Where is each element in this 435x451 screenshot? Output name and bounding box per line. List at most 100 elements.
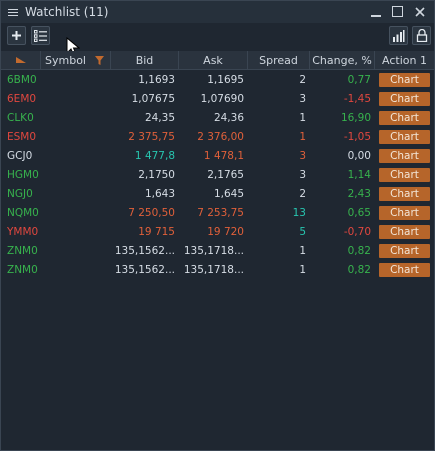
bid-cell: 1,07675 [131,92,175,105]
close-button[interactable] [412,4,428,20]
ask-cell: 2,1765 [207,168,244,181]
title-bar: Watchlist (11) [1,1,434,23]
lock-icon [416,29,427,42]
table-row[interactable]: ZNM0 135,1562... 135,1718... 1 0,82 Char… [1,241,434,260]
change-cell: -1,05 [343,130,371,143]
signal-button[interactable] [389,26,408,45]
change-column-header[interactable]: Change, % [310,51,375,69]
minimize-button[interactable] [368,4,384,20]
ask-cell: 1,1695 [207,73,244,86]
chart-button[interactable]: Chart [379,129,430,144]
symbol-cell: ZNM0 [7,244,38,257]
spread-cell: 1 [299,111,306,124]
change-cell: 0,65 [347,206,371,219]
chart-button[interactable]: Chart [379,167,430,182]
symbol-cell: YMM0 [7,225,39,238]
list-icon [34,29,47,42]
table-row[interactable]: NGJ0 1,643 1,645 2 2,43 Chart [1,184,434,203]
table-row[interactable]: CLK0 24,35 24,36 1 16,90 Chart [1,108,434,127]
lock-button[interactable] [412,26,431,45]
ask-cell: 7 253,75 [197,206,244,219]
bid-cell: 135,1562... [114,263,175,276]
symbol-cell: ESM0 [7,130,37,143]
chart-button[interactable]: Chart [379,148,430,163]
spread-cell: 3 [299,92,306,105]
bid-column-header[interactable]: Bid [111,51,179,69]
sort-triangle-icon [15,57,26,63]
chart-button[interactable]: Chart [379,72,430,87]
add-symbol-button[interactable] [7,26,26,45]
bid-cell: 7 250,50 [128,206,175,219]
table-row[interactable]: 6BM0 1,1693 1,1695 2 0,77 Chart [1,70,434,89]
symbol-cell: HGM0 [7,168,39,181]
symbol-cell: 6BM0 [7,73,37,86]
table-row[interactable]: GCJ0 1 477,8 1 478,1 3 0,00 Chart [1,146,434,165]
table-row[interactable]: ESM0 2 375,75 2 376,00 1 -1,05 Chart [1,127,434,146]
plus-icon [12,31,21,40]
ask-cell: 1 478,1 [203,149,244,162]
symbol-cell: 6EM0 [7,92,37,105]
filter-icon[interactable] [95,55,104,65]
window-title: Watchlist (11) [25,5,109,19]
sort-column-header[interactable] [1,51,41,69]
chart-button[interactable]: Chart [379,262,430,277]
spread-cell: 3 [299,149,306,162]
spread-column-header[interactable]: Spread [248,51,310,69]
symbol-cell: GCJ0 [7,149,33,162]
ask-cell: 24,36 [213,111,244,124]
symbol-cell: NGJ0 [7,187,33,200]
table-row[interactable]: YMM0 19 715 19 720 5 -0,70 Chart [1,222,434,241]
table-row[interactable]: HGM0 2,1750 2,1765 3 1,14 Chart [1,165,434,184]
bid-cell: 2 375,75 [128,130,175,143]
list-button[interactable] [31,26,50,45]
chart-button[interactable]: Chart [379,224,430,239]
bid-cell: 1 477,8 [134,149,175,162]
ask-cell: 135,1718... [183,263,244,276]
chart-button[interactable]: Chart [379,186,430,201]
spread-cell: 2 [299,73,306,86]
table-row[interactable]: ZNM0 135,1562... 135,1718... 1 0,82 Char… [1,260,434,279]
hamburger-menu-icon[interactable] [8,8,18,16]
change-cell: 2,43 [347,187,371,200]
table-row[interactable]: 6EM0 1,07675 1,07690 3 -1,45 Chart [1,89,434,108]
change-cell: -0,70 [343,225,371,238]
ask-cell: 2 376,00 [197,130,244,143]
change-cell: 0,00 [347,149,371,162]
chart-button[interactable]: Chart [379,205,430,220]
ask-cell: 1,07690 [200,92,244,105]
bid-cell: 19 715 [138,225,175,238]
ask-cell: 19 720 [207,225,244,238]
bid-cell: 1,643 [144,187,175,200]
symbol-cell: ZNM0 [7,263,38,276]
change-cell: 16,90 [340,111,371,124]
spread-cell: 5 [299,225,306,238]
chart-button[interactable]: Chart [379,243,430,258]
watchlist-window: Watchlist (11) Symbol Bid Ask Spread Cha… [0,0,435,451]
ask-column-header[interactable]: Ask [179,51,248,69]
signal-bars-icon [393,29,405,42]
table-row[interactable]: NQM0 7 250,50 7 253,75 13 0,65 Chart [1,203,434,222]
close-icon [415,7,425,17]
table-header: Symbol Bid Ask Spread Change, % Action 1 [1,51,434,70]
watchlist-table: Symbol Bid Ask Spread Change, % Action 1… [1,51,434,279]
spread-cell: 1 [299,263,306,276]
chart-button[interactable]: Chart [379,110,430,125]
spread-cell: 1 [299,244,306,257]
bid-cell: 24,35 [144,111,175,124]
symbol-header-label: Symbol [45,53,86,67]
chart-button[interactable]: Chart [379,91,430,106]
bid-cell: 2,1750 [138,168,175,181]
maximize-button[interactable] [390,4,406,20]
change-cell: 0,82 [347,263,371,276]
action-column-header[interactable]: Action 1 [375,51,434,69]
spread-cell: 13 [292,206,306,219]
spread-cell: 2 [299,187,306,200]
symbol-column-header[interactable]: Symbol [41,51,111,69]
spread-cell: 1 [299,130,306,143]
change-cell: 0,77 [347,73,371,86]
ask-cell: 1,645 [213,187,244,200]
spread-cell: 3 [299,168,306,181]
symbol-cell: NQM0 [7,206,39,219]
ask-cell: 135,1718... [183,244,244,257]
bid-cell: 1,1693 [138,73,175,86]
